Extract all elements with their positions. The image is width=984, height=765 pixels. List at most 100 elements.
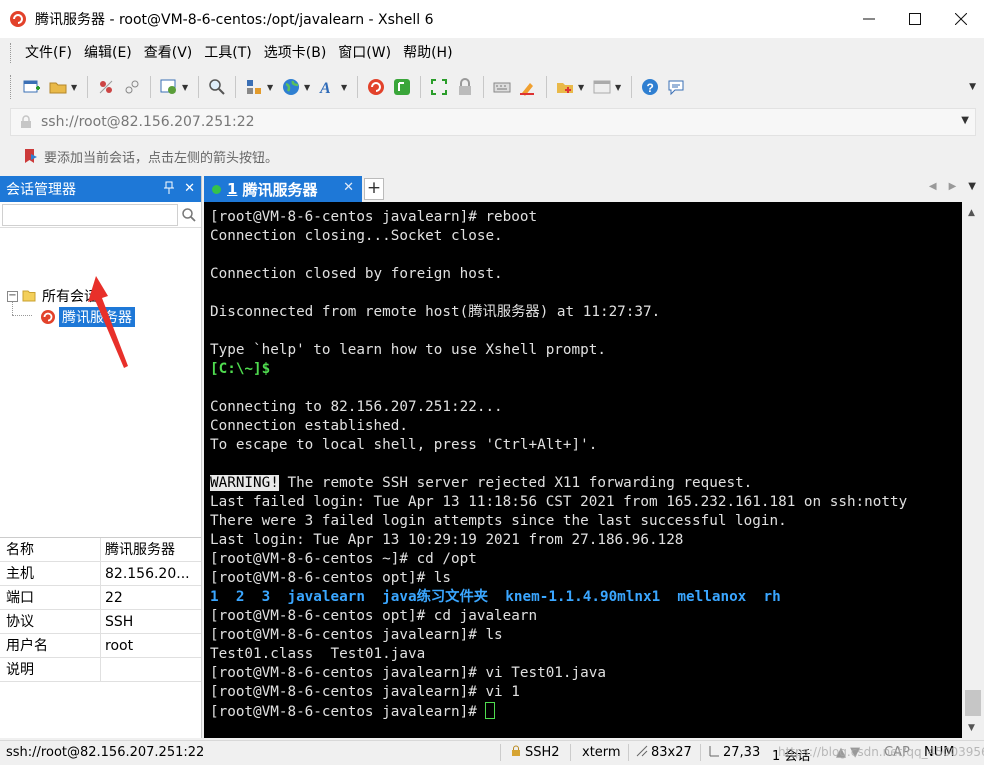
toolbar-separator	[631, 76, 632, 98]
scroll-thumb[interactable]	[965, 690, 981, 716]
toolbar-separator	[235, 76, 236, 98]
fullscreen-button[interactable]	[428, 76, 450, 98]
size-label: 83x27	[651, 745, 692, 760]
menu-tools[interactable]: 工具(T)	[198, 41, 257, 65]
keyboard-icon	[493, 82, 511, 93]
tab-bar: 1 腾讯服务器 ✕ + ◀ ▶ ▼	[204, 176, 984, 202]
terminal-scrollbar[interactable]: ▲ ▼	[962, 202, 984, 738]
scroll-up-icon[interactable]: ▲	[968, 208, 975, 218]
property-row: 协议 SSH	[0, 610, 201, 634]
session-manager-title: 会话管理器	[6, 182, 76, 198]
open-button[interactable]	[47, 76, 69, 98]
bookmark-arrow-icon[interactable]	[22, 148, 38, 164]
minimize-button[interactable]	[846, 0, 892, 38]
highlight-button[interactable]	[517, 76, 539, 98]
menu-tab[interactable]: 选项卡(B)	[258, 41, 333, 65]
terminal-line: [root@VM-8-6-centos javalearn]# vi 1	[210, 684, 520, 700]
chat-button[interactable]	[665, 76, 687, 98]
layout-dropdown-icon[interactable]: ▼	[615, 83, 623, 92]
terminal-line-warning: WARNING! The remote SSH server rejected …	[210, 474, 962, 493]
open-dropdown-icon[interactable]: ▼	[71, 83, 79, 92]
session-manager-panel: 会话管理器 ✕ − 所有会话 腾讯服务器 名称 腾讯服务器 主机 82.156.…	[0, 176, 202, 738]
find-button[interactable]	[206, 76, 228, 98]
terminal-line: Connection closed by foreign host.	[210, 266, 503, 282]
status-cursor: 27,33	[708, 745, 760, 760]
add-folder-button[interactable]	[554, 76, 576, 98]
property-value: root	[105, 638, 134, 654]
close-panel-icon[interactable]: ✕	[184, 181, 195, 196]
toolbar-separator	[150, 76, 151, 98]
address-dropdown-icon[interactable]: ▼	[961, 115, 969, 126]
tab-next-icon[interactable]: ▶	[949, 181, 957, 192]
terminal-line: Connection established.	[210, 418, 408, 434]
layout-button[interactable]	[591, 76, 613, 98]
toolbar-separator	[483, 76, 484, 98]
lock-button[interactable]	[454, 76, 476, 98]
properties-button[interactable]	[158, 76, 180, 98]
menu-file[interactable]: 文件(F)	[19, 41, 78, 65]
globe-button[interactable]	[280, 76, 302, 98]
new-session-button[interactable]	[21, 76, 43, 98]
toolbar-overflow-icon[interactable]: ▼	[969, 82, 976, 92]
property-value: 22	[105, 590, 123, 606]
address-bar[interactable]: ssh://root@82.156.207.251:22 ▼	[10, 108, 976, 136]
new-tab-button[interactable]: +	[364, 178, 384, 200]
address-input[interactable]: ssh://root@82.156.207.251:22	[41, 114, 255, 130]
globe-dropdown-icon[interactable]: ▼	[304, 83, 312, 92]
current-prompt: [root@VM-8-6-centos javalearn]#	[210, 704, 486, 720]
property-key: 说明	[0, 658, 101, 681]
chat-icon	[668, 80, 684, 96]
ssh-lock-icon	[512, 745, 520, 756]
session-hint-bar: 要添加当前会话，点击左侧的箭头按钮。	[10, 143, 976, 169]
add-folder-dropdown-icon[interactable]: ▼	[578, 83, 586, 92]
terminal-line: [root@VM-8-6-centos javalearn]# vi Test0…	[210, 665, 606, 681]
maximize-button[interactable]	[892, 0, 938, 38]
tab-number: 1	[227, 180, 238, 198]
status-terminal-type: xterm	[582, 745, 621, 760]
terminal-line: [root@VM-8-6-centos opt]# ls	[210, 570, 452, 586]
menu-grip[interactable]	[10, 43, 13, 63]
xftp-button[interactable]	[391, 76, 413, 98]
font-dropdown-icon[interactable]: ▼	[341, 83, 349, 92]
tree-connector	[12, 315, 32, 316]
search-icon[interactable]	[181, 207, 197, 223]
keyboard-button[interactable]	[491, 76, 513, 98]
transfer-button[interactable]	[243, 76, 265, 98]
status-separator	[500, 744, 501, 761]
help-button[interactable]: ?	[639, 76, 661, 98]
session-search-input[interactable]	[2, 204, 178, 226]
tab-list-dropdown-icon[interactable]: ▼	[968, 181, 976, 192]
tab-tencent-server[interactable]: 1 腾讯服务器 ✕	[204, 176, 362, 202]
pin-icon[interactable]	[164, 181, 175, 194]
menu-help[interactable]: 帮助(H)	[397, 41, 458, 65]
folder-icon	[22, 290, 36, 302]
tab-close-icon[interactable]: ✕	[343, 180, 354, 195]
toolbar-grip[interactable]	[10, 75, 13, 99]
terminal-line: [root@VM-8-6-centos ~]# cd /opt	[210, 551, 477, 567]
status-separator	[570, 744, 571, 761]
reconnect-button[interactable]	[121, 76, 143, 98]
collapse-toggle[interactable]: −	[7, 290, 18, 302]
scroll-down-icon[interactable]: ▼	[968, 723, 975, 733]
xshell-icon	[368, 79, 384, 95]
tree-root-all-sessions[interactable]: − 所有会话	[7, 286, 98, 306]
xshell-button[interactable]	[365, 76, 387, 98]
tab-prev-icon[interactable]: ◀	[929, 181, 937, 192]
font-button[interactable]: A	[317, 76, 339, 98]
xftp-icon	[394, 79, 410, 95]
transfer-dropdown-icon[interactable]: ▼	[267, 83, 275, 92]
menu-view[interactable]: 查看(V)	[138, 41, 199, 65]
terminal-output[interactable]: [root@VM-8-6-centos javalearn]# reboot C…	[204, 202, 962, 738]
disconnect-button[interactable]	[95, 76, 117, 98]
close-button[interactable]	[938, 0, 984, 38]
menu-window[interactable]: 窗口(W)	[332, 41, 397, 65]
terminal-line: [root@VM-8-6-centos javalearn]# ls	[210, 627, 503, 643]
properties-dropdown-icon[interactable]: ▼	[182, 83, 190, 92]
add-folder-icon	[557, 83, 573, 93]
local-prompt: [C:\~]$	[210, 361, 271, 377]
transfer-icon	[247, 80, 261, 94]
menu-edit[interactable]: 编辑(E)	[78, 41, 138, 65]
close-icon	[955, 13, 967, 25]
property-key: 端口	[0, 586, 101, 609]
